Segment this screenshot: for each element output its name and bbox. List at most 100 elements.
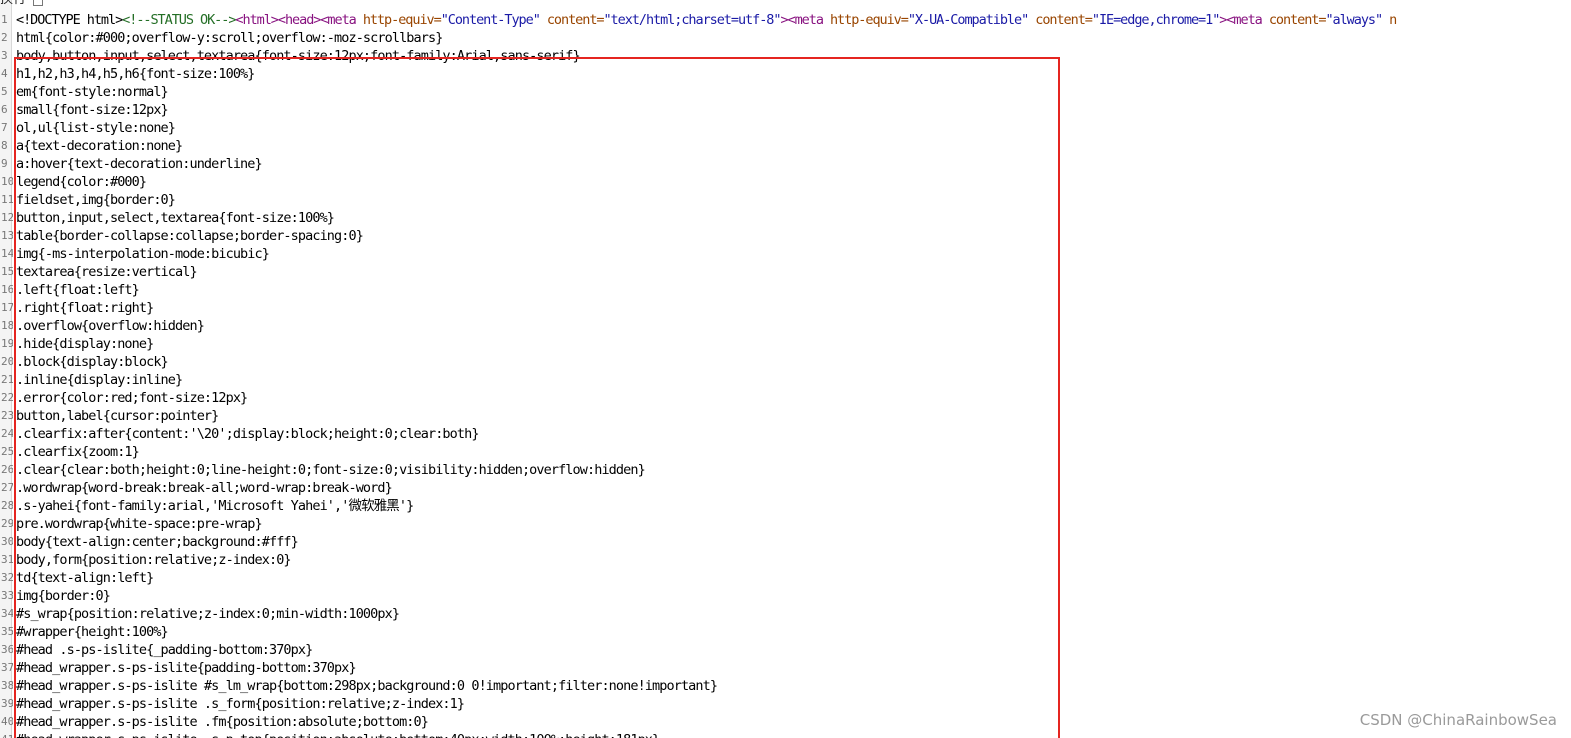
code-line: 23 button,label{cursor:pointer} <box>0 407 1571 425</box>
code-line-text: .wordwrap{word-break:break-all;word-wrap… <box>16 480 393 496</box>
code-line-text: #head_wrapper.s-ps-islite{padding-bottom… <box>16 660 357 676</box>
code-line-text: .right{float:right} <box>16 300 154 316</box>
code-line-text: ol,ul{list-style:none} <box>16 120 176 136</box>
line-number: 17 <box>1 301 13 314</box>
code-line: 39 #head_wrapper.s-ps-islite .s_form{posi… <box>0 695 1571 713</box>
code-line: 27 .wordwrap{word-break:break-all;word-wr… <box>0 479 1571 497</box>
code-line-text: h1,h2,h3,h4,h5,h6{font-size:100%} <box>16 66 255 82</box>
code-line: 21 .inline{display:inline} <box>0 371 1571 389</box>
code-line-text: #head_wrapper.s-ps-islite .fm{position:a… <box>16 714 429 730</box>
code-line: 7 ol,ul{list-style:none} <box>0 119 1571 137</box>
code-line: 12 button,input,select,textarea{font-size… <box>0 209 1571 227</box>
line-wrap-checkbox[interactable] <box>33 0 43 6</box>
line-number: 14 <box>1 247 13 260</box>
code-line-text: body,form{position:relative;z-index:0} <box>16 552 292 568</box>
line-number: 9 <box>1 157 8 170</box>
code-line: 18 .overflow{overflow:hidden} <box>0 317 1571 335</box>
code-line: 35 #wrapper{height:100%} <box>0 623 1571 641</box>
line-number: 36 <box>1 643 13 656</box>
code-line: 30 body{text-align:center;background:#fff… <box>0 533 1571 551</box>
code-line-text: table{border-collapse:collapse;border-sp… <box>16 228 364 244</box>
code-line-text: .hide{display:none} <box>16 336 154 352</box>
code-line: 14 img{-ms-interpolation-mode:bicubic} <box>0 245 1571 263</box>
markup-token: content= <box>1268 12 1327 28</box>
code-line-text: #head_wrapper.s-ps-islite .s_form{positi… <box>16 696 465 712</box>
line-number: 24 <box>1 427 13 440</box>
markup-token: "Content-Type" <box>440 12 547 28</box>
markup-token: http-equiv= <box>829 12 909 28</box>
line-number: 37 <box>1 661 13 674</box>
code-line-text: pre.wordwrap{white-space:pre-wrap} <box>16 516 263 532</box>
markup-token: <meta <box>787 12 830 28</box>
line-number: 34 <box>1 607 13 620</box>
line-number: 5 <box>1 85 8 98</box>
code-line-text: .clearfix:after{content:'\20';display:bl… <box>16 426 479 442</box>
code-line-text: #s_wrap{position:relative;z-index:0;min-… <box>16 606 400 622</box>
code-line-text: body{text-align:center;background:#fff} <box>16 534 299 550</box>
line-number: 18 <box>1 319 13 332</box>
line-number: 7 <box>1 121 8 134</box>
code-line-text: button,label{cursor:pointer} <box>16 408 219 424</box>
markup-token: "text/html;charset=utf-8" <box>603 12 781 28</box>
code-line-text: #head_wrapper.s-ps-islite #s_lm_wrap{bot… <box>16 678 718 694</box>
line-number: 13 <box>1 229 13 242</box>
markup-token: > <box>780 12 788 28</box>
code-line-text: .clearfix{zoom:1} <box>16 444 140 460</box>
source-code-area[interactable]: 1 <!DOCTYPE html><!--STATUS OK--><html><h… <box>0 11 1571 738</box>
code-line: 40 #head_wrapper.s-ps-islite .fm{position… <box>0 713 1571 731</box>
code-line: 38 #head_wrapper.s-ps-islite #s_lm_wrap{b… <box>0 677 1571 695</box>
line-number: 20 <box>1 355 13 368</box>
code-line: 3 body,button,input,select,textarea{font-… <box>0 47 1571 65</box>
code-line-text: textarea{resize:vertical} <box>16 264 198 280</box>
code-line: 33 img{border:0} <box>0 587 1571 605</box>
line-number: 1 <box>1 13 8 26</box>
line-number: 35 <box>1 625 13 638</box>
code-line-text: small{font-size:12px} <box>16 102 169 118</box>
code-line-text: body,button,input,select,textarea{font-s… <box>16 48 581 64</box>
code-line-text: fieldset,img{border:0} <box>16 192 176 208</box>
code-line: 28 .s-yahei{font-family:arial,'Microsoft … <box>0 497 1571 515</box>
code-line-text: img{border:0} <box>16 588 111 604</box>
code-line: 34 #s_wrap{position:relative;z-index:0;mi… <box>0 605 1571 623</box>
code-line-text: #head_wrapper.s-ps-islite .s-p-top{posit… <box>16 731 660 738</box>
code-line: 10 legend{color:#000} <box>0 173 1571 191</box>
code-line-text: .block{display:block} <box>16 354 169 370</box>
code-line-text: legend{color:#000} <box>16 174 147 190</box>
line-number: 6 <box>1 103 8 116</box>
line-number: 32 <box>1 571 13 584</box>
line-number: 30 <box>1 535 13 548</box>
markup-token: content= <box>1035 12 1093 28</box>
line-number: 25 <box>1 445 13 458</box>
code-line-text: img{-ms-interpolation-mode:bicubic} <box>16 246 270 262</box>
code-line-text: .overflow{overflow:hidden} <box>16 318 205 334</box>
code-line-text: em{font-style:normal} <box>16 84 169 100</box>
code-line-text: <!DOCTYPE html><!--STATUS OK--><html><he… <box>16 11 1397 29</box>
markup-token: content= <box>546 12 605 28</box>
code-line-text: .inline{display:inline} <box>16 372 183 388</box>
code-line: 2 html{color:#000;overflow-y:scroll;overf… <box>0 29 1571 47</box>
code-line-text: a:hover{text-decoration:underline} <box>16 156 263 172</box>
code-line: 1 <!DOCTYPE html><!--STATUS OK--><html><h… <box>0 11 1571 29</box>
code-line: 37 #head_wrapper.s-ps-islite{padding-bott… <box>0 659 1571 677</box>
code-line: 15 textarea{resize:vertical} <box>0 263 1571 281</box>
code-line: 4 h1,h2,h3,h4,h5,h6{font-size:100%} <box>0 65 1571 83</box>
code-line: 11 fieldset,img{border:0} <box>0 191 1571 209</box>
markup-token: "IE=edge,chrome=1" <box>1091 12 1220 28</box>
code-line: 22 .error{color:red;font-size:12px} <box>0 389 1571 407</box>
code-line: 36 #head .s-ps-islite{_padding-bottom:370… <box>0 641 1571 659</box>
code-line: 16 .left{float:left} <box>0 281 1571 299</box>
code-line: 26 .clear{clear:both;height:0;line-height… <box>0 461 1571 479</box>
markup-token: http-equiv= <box>362 12 442 28</box>
code-line: 25 .clearfix{zoom:1} <box>0 443 1571 461</box>
markup-token: <meta <box>1226 12 1269 28</box>
code-line-text: #wrapper{height:100%} <box>16 624 169 640</box>
markup-token: <html> <box>235 12 279 28</box>
line-number: 40 <box>1 715 13 728</box>
line-number: 11 <box>1 193 13 206</box>
markup-token: <!--STATUS OK--> <box>122 12 236 28</box>
code-line: 5 em{font-style:normal} <box>0 83 1571 101</box>
code-line: 19 .hide{display:none} <box>0 335 1571 353</box>
code-line-text: a{text-decoration:none} <box>16 138 183 154</box>
code-line-text: .error{color:red;font-size:12px} <box>16 390 248 406</box>
code-line: 20 .block{display:block} <box>0 353 1571 371</box>
